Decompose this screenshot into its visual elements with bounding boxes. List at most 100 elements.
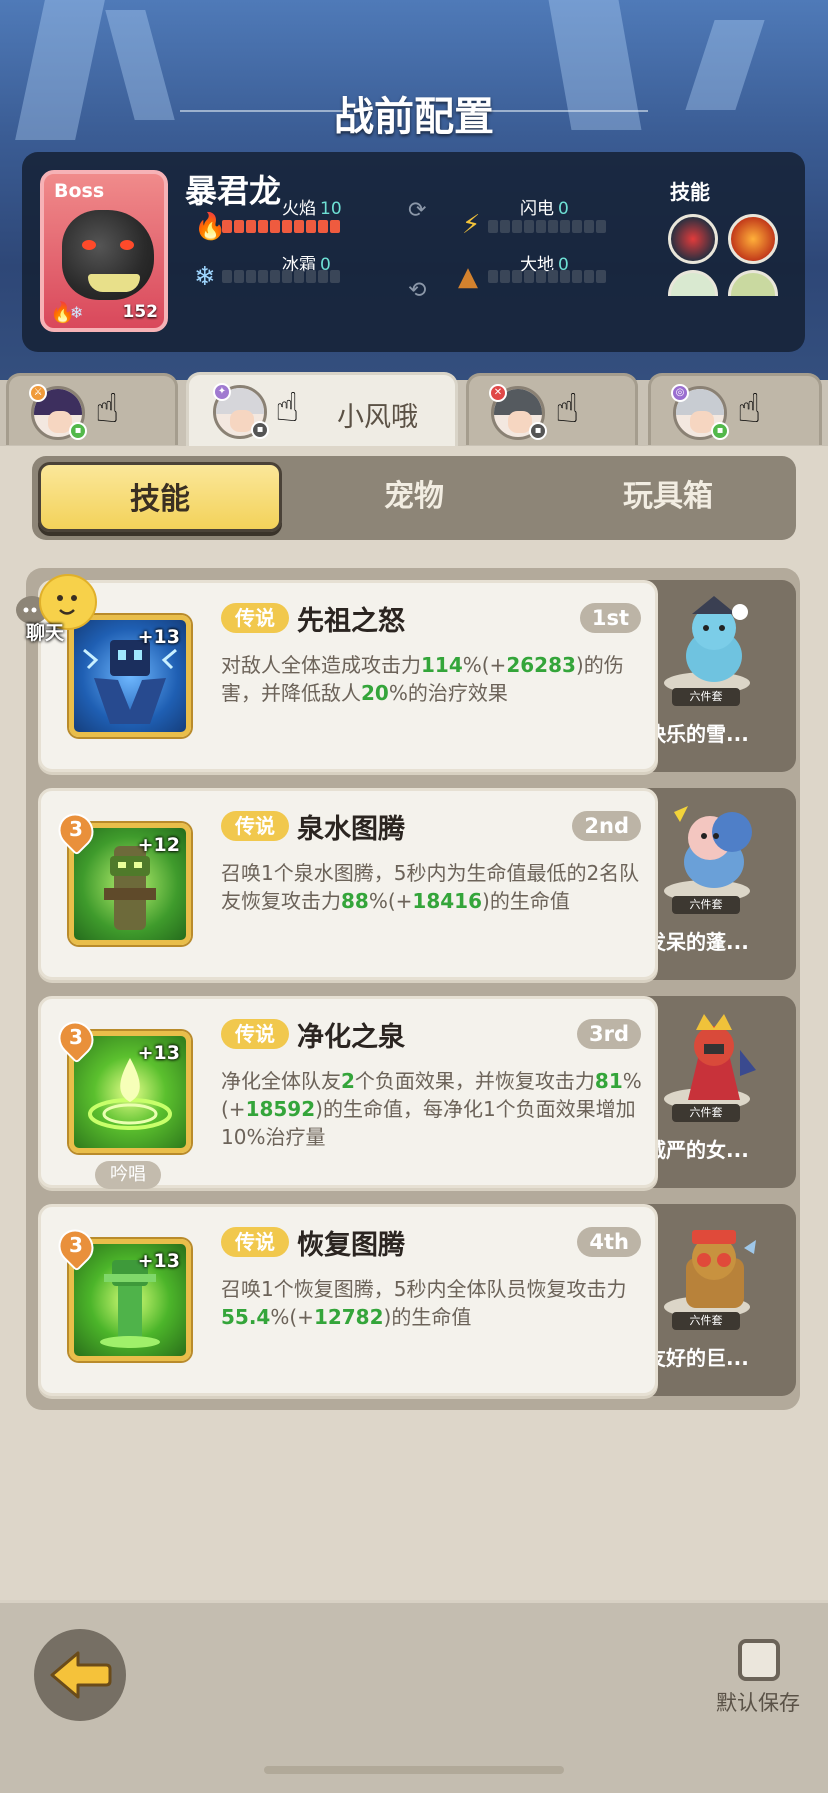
skill-level: +13 <box>137 1250 180 1272</box>
tap-hand-icon: ☝ <box>275 385 300 431</box>
stat-segment <box>596 220 606 233</box>
skill-level: +13 <box>137 1042 180 1064</box>
skill-card[interactable]: +13 3 吟唱 传说 净化之泉 3rd 净化全体队友2个负面效果，并恢复攻击力… <box>38 996 658 1189</box>
class-badge-icon: ⚔ <box>29 384 47 402</box>
stat-segment <box>596 270 606 283</box>
category-tab-bar: 技能 宠物 玩具箱 <box>32 456 796 540</box>
stat-segment <box>524 270 534 283</box>
frost-stat-bar <box>222 270 340 283</box>
pet-card[interactable]: 六件套 威严的女... <box>636 996 796 1188</box>
bottom-bar: 默认保存 <box>0 1600 828 1793</box>
class-badge-icon: ◎ <box>671 384 689 402</box>
skill-level: +13 <box>137 626 180 648</box>
stat-segment <box>270 220 280 233</box>
boss-portrait[interactable]: Boss 🔥 ❄ 152 <box>40 170 168 332</box>
lightning-icon: ⚡ <box>462 210 481 240</box>
rarity-badge: 传说 <box>221 603 289 633</box>
frost-element-icon: ❄ <box>70 303 84 322</box>
skill-row: 六件套 发呆的蓬... +12 3 传说 泉水图腾 2nd 召唤1个泉水图腾，5… <box>26 788 800 984</box>
swap-icon: ⟳ <box>408 198 427 223</box>
skill-name: 净化之泉 <box>297 1022 405 1053</box>
hero-tab-1[interactable]: ⚔ ▪ ☝ <box>6 373 178 445</box>
tab-toybox[interactable]: 玩具箱 <box>548 462 788 532</box>
boss-skill-4-icon[interactable] <box>728 270 778 296</box>
stat-segment <box>294 270 304 283</box>
stat-segment <box>234 220 244 233</box>
hero-tab-3[interactable]: ✕ ▪ ☝ <box>466 373 638 445</box>
rarity-badge: 传说 <box>221 1019 289 1049</box>
snowflake-icon: ❄ <box>194 262 216 292</box>
pet-card[interactable]: 六件套 发呆的蓬... <box>636 788 796 980</box>
chat-button[interactable]: 聊天 <box>8 572 108 644</box>
home-indicator[interactable] <box>264 1766 564 1774</box>
pet-image <box>686 596 748 682</box>
hero-tab-4[interactable]: ◎ ▪ ☝ <box>648 373 822 445</box>
stat-segment <box>318 270 328 283</box>
lightning-stat-bar <box>488 220 606 233</box>
boss-skill-3-icon[interactable] <box>668 270 718 296</box>
stat-segment <box>258 220 268 233</box>
stat-segment <box>500 270 510 283</box>
fire-stat-bar <box>222 220 340 233</box>
stat-segment <box>536 270 546 283</box>
boss-info-panel: Boss 🔥 ❄ 152 暴君龙 火焰10 🔥 ⟳ 闪电0 ⚡ 冰霜0 ❄ <box>22 152 805 352</box>
rank-number: 3 <box>69 1025 83 1049</box>
stat-segment <box>488 220 498 233</box>
stat-segment <box>306 220 316 233</box>
skill-level: +12 <box>137 834 180 856</box>
pet-set-badge: 六件套 <box>672 1312 740 1330</box>
pet-image <box>686 1230 756 1308</box>
skill-card[interactable]: +13 传说 先祖之怒 1st 对敌人全体造成攻击力114%(+26283)的伤… <box>38 580 658 772</box>
page-title: 战前配置 <box>334 94 494 140</box>
boss-name: 暴君龙 <box>185 172 282 210</box>
stat-segment <box>512 220 522 233</box>
skill-card[interactable]: +13 3 传说 恢复图腾 4th 召唤1个恢复图腾，5秒内全体队员恢复攻击力5… <box>38 1204 658 1396</box>
pet-card[interactable]: 六件套 快乐的雪... <box>636 580 796 772</box>
skill-description: 对敌人全体造成攻击力114%(+26283)的伤害，并降低敌人20%的治疗效果 <box>221 653 624 705</box>
earth-stat-bar <box>488 270 606 283</box>
boss-skill-1-icon[interactable] <box>668 214 718 264</box>
stat-segment <box>584 220 594 233</box>
pet-name: 友好的巨... <box>646 1346 749 1370</box>
tap-hand-icon: ☝ <box>95 386 120 432</box>
earth-icon: ▲ <box>458 262 478 292</box>
stat-segment <box>548 270 558 283</box>
class-badge-icon: ✕ <box>489 384 507 402</box>
stat-segment <box>560 270 570 283</box>
chant-badge: 吟唱 <box>95 1161 161 1189</box>
stat-segment <box>584 270 594 283</box>
pet-set-badge: 六件套 <box>672 896 740 914</box>
tab-skills[interactable]: 技能 <box>38 462 282 532</box>
skill-row: 六件套 友好的巨... +13 3 传说 恢复图腾 4th 召唤1个恢复图腾，5… <box>26 1204 800 1400</box>
back-button[interactable] <box>34 1629 126 1721</box>
class-badge-icon: ✦ <box>213 383 231 401</box>
tap-hand-icon: ☝ <box>555 386 580 432</box>
pet-set-badge: 六件套 <box>672 688 740 706</box>
stat-segment <box>222 220 232 233</box>
default-save-label: 默认保存 <box>716 1691 800 1715</box>
hero-tab-2[interactable]: ✦ ▪ ☝ 小风哦 <box>186 372 458 452</box>
pet-card[interactable]: 六件套 友好的巨... <box>636 1204 796 1396</box>
stat-segment <box>512 270 522 283</box>
boss-skill-2-icon[interactable] <box>728 214 778 264</box>
stat-segment <box>294 220 304 233</box>
tab-pets[interactable]: 宠物 <box>294 462 534 532</box>
stat-segment <box>330 220 340 233</box>
stat-segment <box>282 220 292 233</box>
skill-card[interactable]: +12 3 传说 泉水图腾 2nd 召唤1个泉水图腾，5秒内为生命值最低的2名队… <box>38 788 658 980</box>
back-arrow-icon <box>50 1651 112 1699</box>
stat-segment <box>572 270 582 283</box>
boss-skills-label: 技能 <box>670 180 710 204</box>
stat-segment <box>318 220 328 233</box>
stat-segment <box>500 220 510 233</box>
pet-name: 发呆的蓬... <box>646 930 749 954</box>
skill-row: 六件套 威严的女... +13 3 吟唱 传说 净化之泉 3rd 净化全体队友2… <box>26 996 800 1192</box>
online-badge-icon: ▪ <box>711 422 729 440</box>
tap-hand-icon: ☝ <box>737 386 762 432</box>
default-save-checkbox[interactable] <box>738 1639 780 1681</box>
rarity-badge: 传说 <box>221 1227 289 1257</box>
stat-segment <box>222 270 232 283</box>
skill-name: 泉水图腾 <box>297 814 405 845</box>
chat-label: 聊天 <box>26 622 65 644</box>
rank-number: 3 <box>69 817 83 841</box>
